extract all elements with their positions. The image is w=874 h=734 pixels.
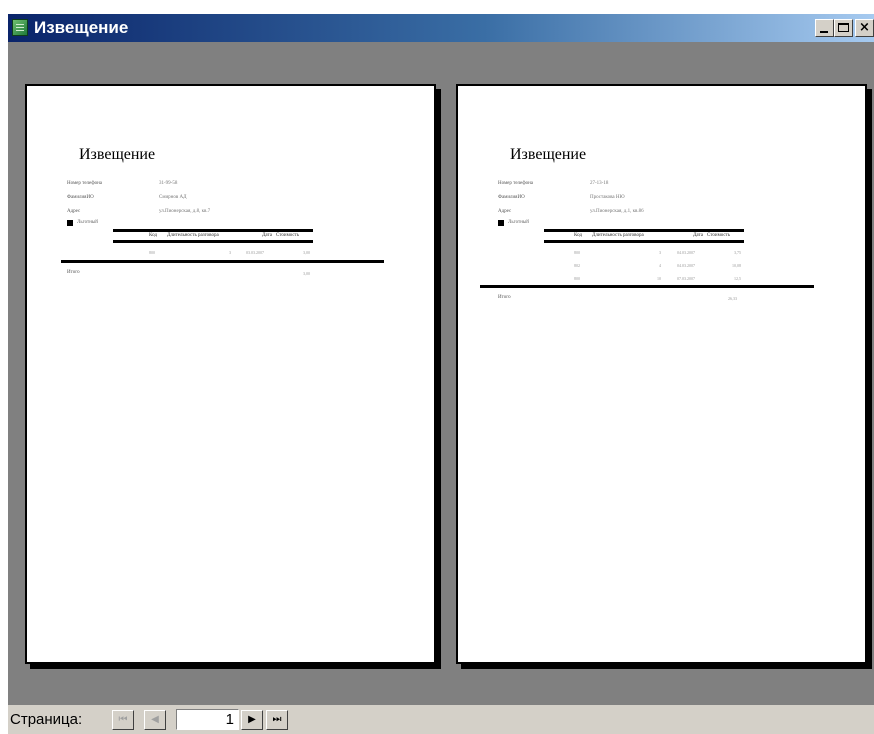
report-page-1: Извещение Номер телефона 31-99-58 Фамили… bbox=[25, 84, 436, 664]
maximize-button[interactable] bbox=[834, 19, 853, 37]
address-label: Адрес bbox=[498, 209, 512, 214]
date-cell: 07.03.2007 bbox=[677, 276, 695, 281]
previous-page-icon: ◀ bbox=[151, 714, 159, 725]
previous-page-button[interactable]: ◀ bbox=[144, 710, 166, 730]
next-page-icon: ▶ bbox=[248, 714, 256, 725]
column-header: Стоимость bbox=[707, 233, 731, 238]
name-value: Смирнов АД bbox=[159, 195, 187, 200]
title-bar[interactable]: Извещение × bbox=[8, 14, 874, 42]
last-page-icon: ⏭ bbox=[272, 714, 282, 725]
table-header-top-rule bbox=[113, 229, 313, 232]
page-label: Страница: bbox=[10, 711, 83, 728]
column-header: Стоимость bbox=[276, 233, 300, 238]
column-header: Код bbox=[149, 233, 157, 238]
total-label: Итого bbox=[498, 295, 511, 300]
name-label: ФамилияИО bbox=[67, 195, 94, 200]
total-rule bbox=[480, 285, 814, 288]
table-header-bottom-rule bbox=[544, 240, 744, 243]
next-page-button[interactable]: ▶ bbox=[241, 710, 263, 730]
date-cell: 04.03.2007 bbox=[677, 250, 695, 255]
address-label: Адрес bbox=[67, 209, 81, 214]
duration-cell: 10 bbox=[657, 276, 661, 281]
total-value: 26,33 bbox=[728, 296, 737, 301]
last-page-button[interactable]: ⏭ bbox=[266, 710, 288, 730]
total-value: 3,00 bbox=[303, 271, 310, 276]
date-cell: 03.03.2007 bbox=[246, 250, 264, 255]
maximize-icon bbox=[838, 23, 849, 32]
minimize-button[interactable] bbox=[815, 19, 834, 37]
duration-cell: 3 bbox=[659, 250, 661, 255]
code-cell: 802 bbox=[574, 263, 580, 268]
report-title: Извещение bbox=[510, 146, 587, 163]
column-header: Длительность разговора bbox=[592, 233, 644, 238]
code-cell: 800 bbox=[574, 276, 580, 281]
table-header-top-rule bbox=[544, 229, 744, 232]
cost-cell: 3,75 bbox=[734, 250, 741, 255]
total-rule bbox=[61, 260, 384, 263]
benefit-label: Льготный bbox=[508, 220, 529, 225]
close-icon: × bbox=[859, 20, 870, 35]
column-header: Длительность разговора bbox=[167, 233, 219, 238]
report-title: Извещение bbox=[79, 146, 156, 163]
window-title: Извещение bbox=[34, 18, 129, 37]
first-page-button[interactable]: ⏮ bbox=[112, 710, 134, 730]
phone-value: 27-13-18 bbox=[590, 181, 609, 186]
address-value: ул.Пионерская, д.1, кв.86 bbox=[590, 209, 644, 214]
benefit-label: Льготный bbox=[77, 220, 98, 225]
duration-cell: 3 bbox=[229, 250, 231, 255]
first-page-icon: ⏮ bbox=[118, 714, 128, 725]
benefit-checkbox bbox=[67, 220, 73, 226]
name-value: Простакова НЮ bbox=[590, 195, 625, 200]
name-label: ФамилияИО bbox=[498, 195, 525, 200]
report-window: Извещение × Извещение Номер телефона 31-… bbox=[8, 14, 874, 734]
navigation-bar: Страница: ⏮ ◀ 1 ▶ ⏭ bbox=[8, 705, 874, 734]
phone-label: Номер телефона bbox=[67, 181, 102, 186]
phone-value: 31-99-58 bbox=[159, 181, 178, 186]
page-number-input[interactable]: 1 bbox=[176, 709, 239, 730]
column-header: Код bbox=[574, 233, 582, 238]
minimize-icon bbox=[820, 31, 828, 33]
duration-cell: 4 bbox=[659, 263, 661, 268]
close-button[interactable]: × bbox=[855, 19, 874, 37]
cost-cell: 10,08 bbox=[732, 263, 741, 268]
column-header: Дата bbox=[262, 233, 272, 238]
address-value: ул.Пионерская, д.8, кв.7 bbox=[159, 209, 211, 214]
report-icon bbox=[12, 19, 28, 36]
date-cell: 04.03.2007 bbox=[677, 263, 695, 268]
code-cell: 800 bbox=[574, 250, 580, 255]
phone-label: Номер телефона bbox=[498, 181, 533, 186]
code-cell: 800 bbox=[149, 250, 155, 255]
total-label: Итого bbox=[67, 270, 80, 275]
column-header: Дата bbox=[693, 233, 703, 238]
benefit-checkbox bbox=[498, 220, 504, 226]
cost-cell: 12,5 bbox=[734, 276, 741, 281]
print-preview-area[interactable]: Извещение Номер телефона 31-99-58 Фамили… bbox=[8, 42, 874, 705]
table-header-bottom-rule bbox=[113, 240, 313, 243]
report-page-2: Извещение Номер телефона 27-13-18 Фамили… bbox=[456, 84, 867, 664]
cost-cell: 3,00 bbox=[303, 250, 310, 255]
